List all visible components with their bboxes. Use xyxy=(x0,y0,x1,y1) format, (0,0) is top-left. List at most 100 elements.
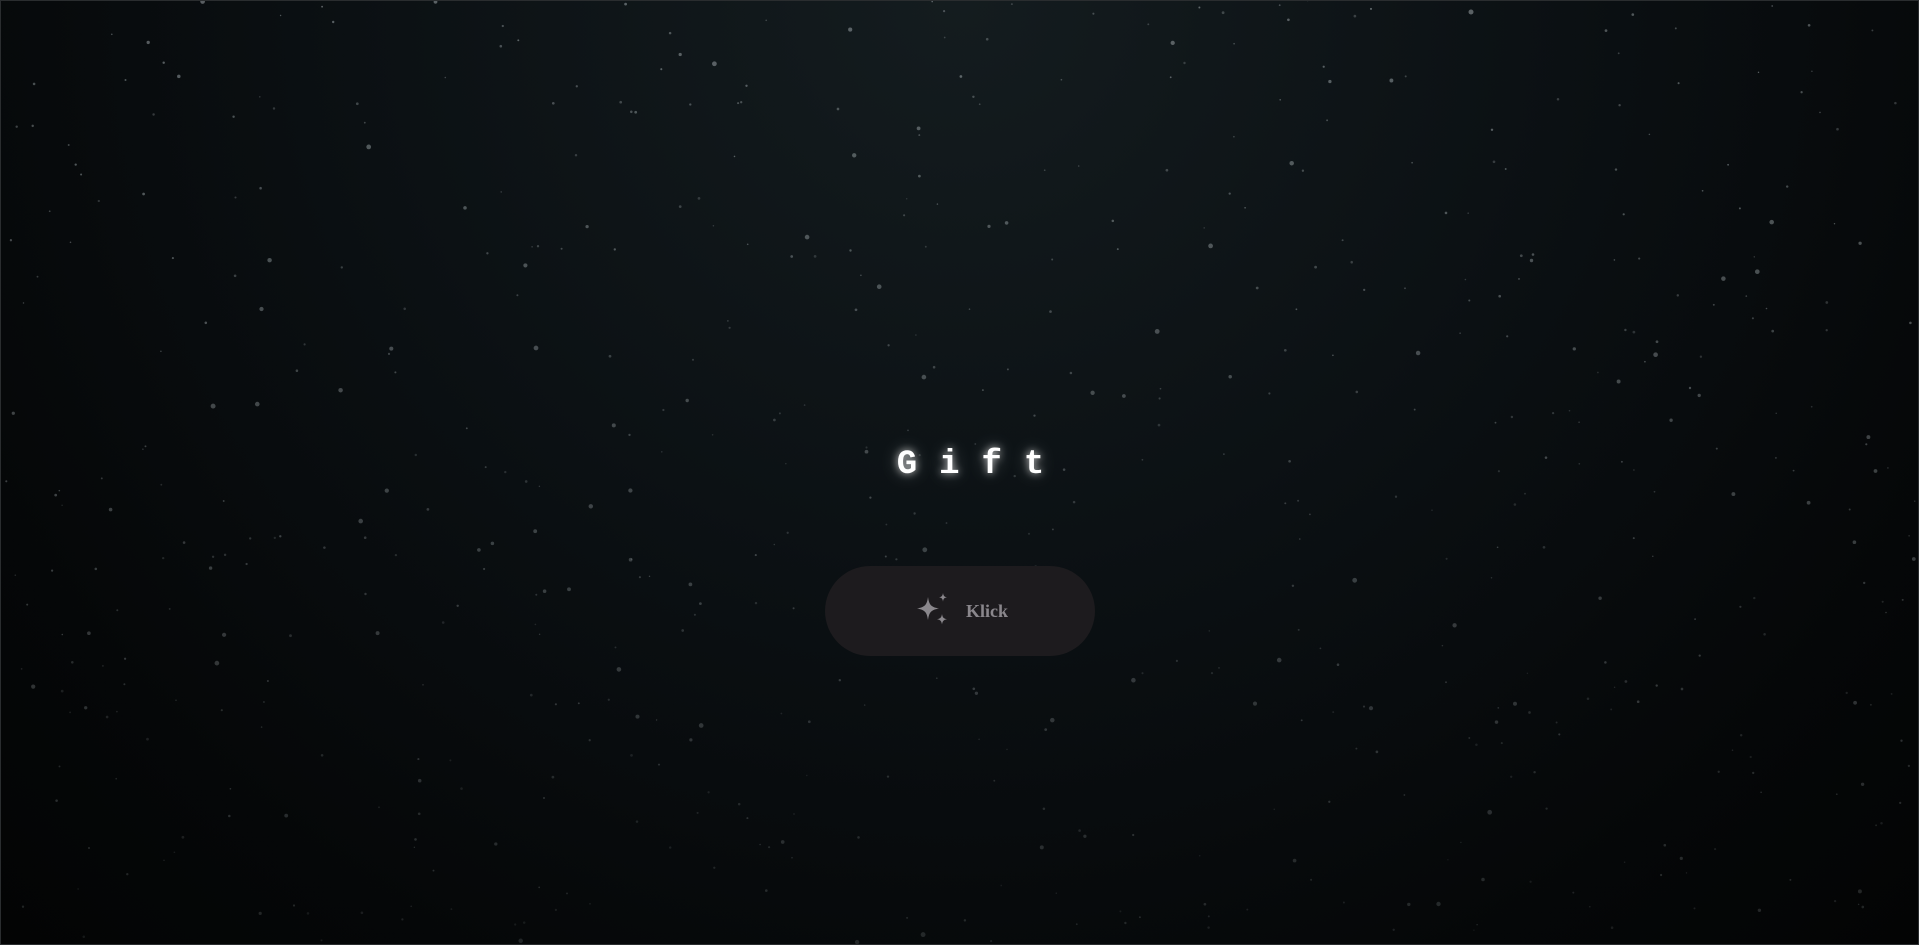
star xyxy=(1407,902,1411,907)
star xyxy=(1731,492,1736,497)
star xyxy=(126,873,129,876)
star xyxy=(1624,328,1627,332)
star xyxy=(1860,782,1865,786)
star xyxy=(116,710,118,713)
star xyxy=(48,210,51,213)
star xyxy=(449,759,452,762)
star xyxy=(1415,350,1421,356)
star xyxy=(54,493,58,497)
star xyxy=(691,358,695,361)
star xyxy=(806,774,808,777)
star xyxy=(1165,168,1169,172)
star xyxy=(1154,328,1160,334)
star xyxy=(71,661,74,664)
star xyxy=(171,257,174,260)
sparkles-icon xyxy=(912,591,952,631)
star xyxy=(813,255,817,258)
star xyxy=(15,125,18,128)
star xyxy=(1699,355,1703,358)
star xyxy=(1739,733,1743,737)
star xyxy=(1452,623,1457,628)
star xyxy=(1083,834,1087,838)
star xyxy=(417,812,421,816)
star xyxy=(1572,347,1576,351)
star xyxy=(712,61,717,67)
star xyxy=(746,817,749,820)
star xyxy=(585,224,589,229)
star xyxy=(1613,259,1616,261)
star xyxy=(1475,743,1478,746)
star xyxy=(375,631,380,636)
star xyxy=(985,37,989,41)
star xyxy=(616,667,622,672)
star xyxy=(1464,278,1467,281)
star xyxy=(69,241,72,244)
star xyxy=(1411,161,1413,164)
star xyxy=(223,553,227,557)
star xyxy=(22,302,25,304)
star xyxy=(1207,915,1210,918)
star xyxy=(574,154,578,157)
star xyxy=(1753,596,1756,600)
star xyxy=(1494,720,1499,724)
star xyxy=(1858,241,1862,245)
star xyxy=(1169,76,1172,79)
star xyxy=(1072,500,1076,504)
star xyxy=(838,678,842,682)
star xyxy=(233,274,237,278)
star xyxy=(1760,791,1762,794)
star xyxy=(903,214,906,217)
star xyxy=(619,100,623,104)
star xyxy=(1617,52,1620,55)
star xyxy=(1050,717,1055,723)
star xyxy=(1614,168,1618,171)
star xyxy=(924,245,927,248)
star xyxy=(1504,168,1507,170)
star xyxy=(417,758,420,761)
star xyxy=(500,191,503,193)
star xyxy=(885,523,888,526)
star xyxy=(262,700,265,704)
star xyxy=(105,715,109,719)
star xyxy=(1604,29,1608,32)
star xyxy=(915,334,917,336)
star xyxy=(1210,672,1214,675)
star xyxy=(1350,260,1353,264)
star xyxy=(1175,659,1178,662)
star xyxy=(1513,503,1517,506)
star xyxy=(1147,23,1150,26)
star xyxy=(410,905,413,908)
star xyxy=(1496,546,1499,549)
star xyxy=(378,806,380,809)
star xyxy=(1604,661,1607,664)
star xyxy=(1624,680,1628,683)
star xyxy=(1638,257,1641,260)
star xyxy=(1336,663,1340,666)
star xyxy=(542,796,546,800)
star xyxy=(804,234,810,240)
klick-button[interactable]: Klick xyxy=(825,566,1095,656)
star xyxy=(1663,843,1667,847)
star xyxy=(713,866,716,869)
star xyxy=(534,623,537,626)
star xyxy=(1572,891,1575,894)
star xyxy=(1513,701,1517,706)
star xyxy=(1754,269,1760,275)
star xyxy=(1497,707,1500,709)
star xyxy=(668,31,672,35)
star xyxy=(1833,223,1836,225)
star xyxy=(1861,905,1865,909)
star xyxy=(542,589,547,593)
star xyxy=(260,726,263,728)
star xyxy=(1835,793,1838,796)
star xyxy=(754,554,757,557)
star xyxy=(460,787,463,790)
star xyxy=(935,677,938,680)
star xyxy=(501,24,504,28)
star xyxy=(1042,807,1046,811)
star xyxy=(363,536,367,539)
star xyxy=(993,779,996,782)
star xyxy=(36,275,39,278)
star xyxy=(1131,677,1136,683)
star xyxy=(323,546,326,549)
